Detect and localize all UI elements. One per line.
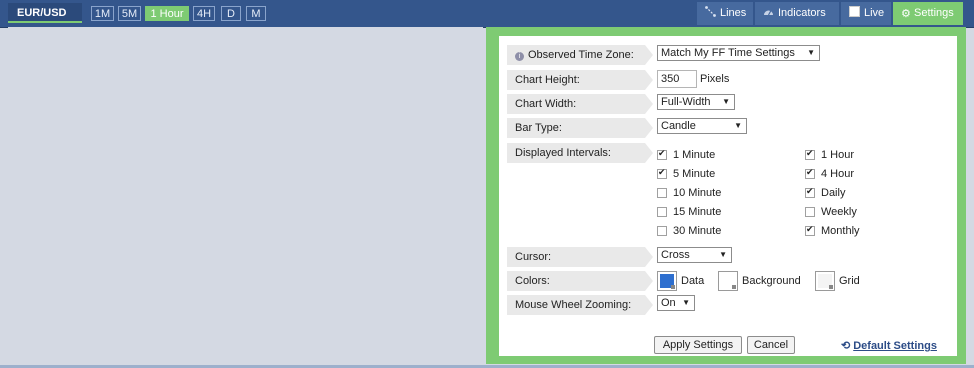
bar-type-select[interactable]: Candle ▼ — [657, 118, 747, 134]
grid-color-swatch[interactable] — [815, 271, 835, 291]
interval-15-minute-label: 15 Minute — [673, 206, 722, 218]
interval-4-hour-checkbox[interactable] — [805, 167, 815, 179]
timezone-label-text: Observed Time Zone: — [528, 49, 634, 61]
timeframe-1m-button[interactable]: 1M — [91, 6, 114, 21]
swatch-corner-icon — [732, 285, 736, 289]
interval-weekly-checkbox[interactable] — [805, 207, 815, 217]
background-color-swatch[interactable] — [718, 271, 738, 291]
apply-settings-button[interactable]: Apply Settings — [654, 336, 742, 354]
dropdown-arrow-icon: ▼ — [807, 48, 815, 57]
indicators-menu-button[interactable]: Indicators — [755, 2, 839, 25]
dropdown-arrow-icon: ▼ — [734, 121, 742, 130]
interval-1-minute-checkbox[interactable] — [657, 148, 667, 160]
chart-width-label: Chart Width: — [507, 94, 653, 114]
default-settings-label: Default Settings — [853, 340, 937, 352]
live-toggle[interactable]: Live — [841, 2, 891, 25]
cursor-value: Cross — [661, 249, 690, 261]
dropdown-arrow-icon: ▼ — [722, 97, 730, 106]
mouse-wheel-select[interactable]: On ▼ — [657, 295, 695, 311]
dropdown-arrow-icon: ▼ — [682, 298, 690, 307]
timeframe-4h-button[interactable]: 4H — [193, 6, 215, 21]
mouse-wheel-label: Mouse Wheel Zooming: — [507, 295, 653, 315]
bar-type-label: Bar Type: — [507, 118, 653, 138]
interval-daily-label: Daily — [821, 187, 846, 199]
colors-label: Colors: — [507, 271, 653, 291]
data-color-label: Data — [681, 275, 705, 287]
interval-10-minute-checkbox[interactable] — [657, 188, 667, 198]
indicators-menu-label: Indicators — [778, 7, 826, 19]
timeframe-1h-button[interactable]: 1 Hour — [145, 6, 189, 21]
chart-width-select[interactable]: Full-Width ▼ — [657, 94, 735, 110]
indicators-gauge-icon — [764, 10, 773, 16]
lines-menu-button[interactable]: Lines — [697, 2, 753, 25]
gear-icon: ⚙ — [901, 8, 911, 20]
info-icon[interactable]: i — [515, 52, 524, 61]
settings-menu-label: Settings — [914, 7, 954, 19]
chart-height-unit: Pixels — [700, 73, 730, 85]
timezone-label: i Observed Time Zone: — [507, 45, 653, 65]
dropdown-arrow-icon: ▼ — [719, 250, 727, 259]
interval-1-hour-checkbox[interactable] — [805, 148, 815, 160]
timeframe-m-button[interactable]: M — [246, 6, 266, 21]
chart-height-input[interactable]: 350 — [657, 70, 697, 88]
interval-daily-checkbox[interactable] — [805, 186, 815, 198]
swatch-corner-icon — [671, 285, 675, 289]
interval-weekly-label: Weekly — [821, 206, 857, 218]
timezone-select[interactable]: Match My FF Time Settings ▼ — [657, 45, 820, 61]
interval-5-minute-checkbox[interactable] — [657, 167, 667, 179]
chart-canvas[interactable] — [8, 27, 483, 366]
interval-1-hour-label: 1 Hour — [821, 149, 855, 161]
data-color-swatch[interactable] — [657, 271, 677, 291]
lines-icon — [705, 6, 716, 17]
interval-30-minute-checkbox[interactable] — [657, 226, 667, 236]
interval-5-minute-label: 5 Minute — [673, 168, 716, 180]
chart-toolbar: EUR/USD 1M 5M 1 Hour 4H D M Lines Indica… — [0, 0, 974, 28]
grid-color-label: Grid — [839, 275, 860, 287]
intervals-label: Displayed Intervals: — [507, 143, 653, 163]
currency-pair-label[interactable]: EUR/USD — [8, 3, 82, 23]
live-checkbox[interactable] — [849, 6, 860, 17]
settings-panel: i Observed Time Zone: Match My FF Time Se… — [499, 36, 957, 356]
interval-monthly-label: Monthly — [821, 225, 860, 237]
lines-menu-label: Lines — [720, 7, 747, 19]
live-label: Live — [864, 7, 885, 19]
interval-1-minute-label: 1 Minute — [673, 149, 716, 161]
cursor-label: Cursor: — [507, 247, 653, 267]
chart-height-label: Chart Height: — [507, 70, 653, 90]
timeframe-5m-button[interactable]: 5M — [118, 6, 141, 21]
interval-15-minute-checkbox[interactable] — [657, 207, 667, 217]
swatch-corner-icon — [829, 285, 833, 289]
timezone-value: Match My FF Time Settings — [661, 47, 795, 59]
mouse-wheel-value: On — [661, 297, 676, 309]
interval-10-minute-label: 10 Minute — [673, 187, 722, 199]
settings-menu-button[interactable]: ⚙ Settings — [893, 2, 963, 25]
default-settings-link[interactable]: ⟲ Default Settings — [841, 339, 937, 352]
bar-type-value: Candle — [661, 120, 696, 132]
timeframe-d-button[interactable]: D — [221, 6, 241, 21]
cursor-select[interactable]: Cross ▼ — [657, 247, 732, 263]
interval-4-hour-label: 4 Hour — [821, 168, 855, 180]
interval-30-minute-label: 30 Minute — [673, 225, 722, 237]
chart-width-value: Full-Width — [661, 96, 711, 108]
cancel-button[interactable]: Cancel — [747, 336, 795, 354]
background-color-label: Background — [742, 275, 801, 287]
interval-monthly-checkbox[interactable] — [805, 224, 815, 236]
reset-icon: ⟲ — [841, 340, 851, 352]
